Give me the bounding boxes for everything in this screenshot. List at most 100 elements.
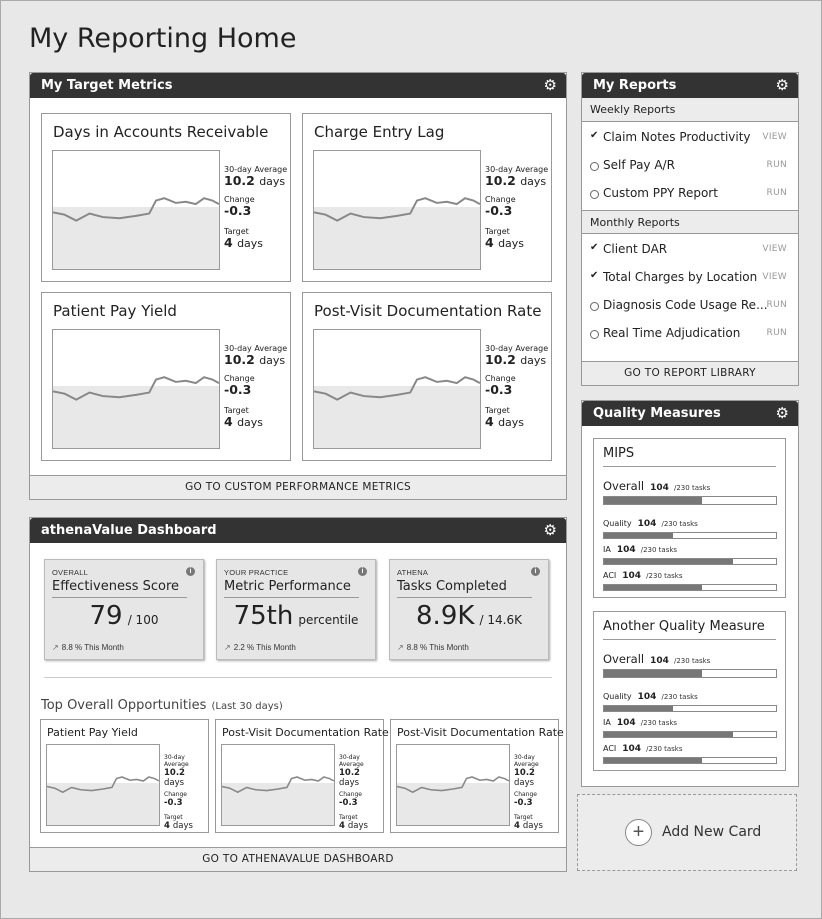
- change-value: -0.3: [514, 798, 533, 808]
- report-name: Diagnosis Code Usage Re...: [603, 298, 768, 312]
- metric-title: Days in Accounts Receivable: [53, 123, 269, 141]
- circle-icon: [590, 302, 599, 311]
- target-unit: days: [347, 821, 368, 831]
- progress-bar: [603, 757, 777, 764]
- page-title: My Reporting Home: [29, 23, 297, 54]
- opportunities-heading: Top Overall Opportunities (Last 30 days): [41, 694, 283, 713]
- value-dashboard-link[interactable]: GO TO ATHENAVALUE DASHBOARD: [30, 847, 566, 871]
- gear-icon[interactable]: ⚙: [776, 78, 789, 93]
- check-icon: ✔: [590, 270, 599, 281]
- target-value: 4: [514, 821, 520, 831]
- trend-arrow-icon: ↗: [52, 643, 59, 652]
- opportunity-stats: 30-day Average 10.2 days Change -0.3 Tar…: [339, 754, 383, 831]
- metric-card[interactable]: Post-Visit Documentation Rate 30-day Ave…: [302, 292, 552, 461]
- kpi-category: ATHENA: [397, 568, 429, 577]
- quality-row-total: /230 tasks: [640, 719, 678, 727]
- quality-row-count: 104: [622, 571, 642, 581]
- report-item[interactable]: Real Time Adjudication RUN: [582, 319, 798, 347]
- gear-icon[interactable]: ⚙: [544, 78, 557, 93]
- gear-icon[interactable]: ⚙: [776, 406, 789, 421]
- quality-row-label: IA: [603, 718, 611, 727]
- quality-row: IA 104 /230 tasks: [603, 710, 777, 738]
- reporting-home-page: My Reporting Home My Target Metrics ⚙ Da…: [0, 0, 822, 919]
- divider: [397, 597, 532, 598]
- value-dashboard-card: athenaValue Dashboard ⚙ OVERALL i Effect…: [29, 517, 567, 872]
- avg-unit: days: [339, 778, 360, 788]
- metric-title: Charge Entry Lag: [314, 123, 445, 141]
- report-action[interactable]: RUN: [767, 300, 787, 310]
- metric-card[interactable]: Days in Accounts Receivable 30-day Avera…: [41, 113, 291, 282]
- avg-unit: days: [520, 354, 547, 367]
- target-value: 4: [339, 821, 345, 831]
- sparkline-chart: [221, 744, 335, 826]
- report-library-link[interactable]: GO TO REPORT LIBRARY: [582, 361, 798, 385]
- metric-stats: 30-day Average 10.2 days Change -0.3 Tar…: [224, 344, 287, 430]
- quality-row-count: 104: [637, 519, 657, 529]
- kpi-trend: ↗ 2.2 % This Month: [224, 643, 296, 652]
- report-action[interactable]: RUN: [767, 328, 787, 338]
- kpi-trend-text: 8.8 % This Month: [61, 643, 124, 652]
- quality-row-label: Overall: [603, 479, 645, 493]
- report-action[interactable]: RUN: [767, 160, 787, 170]
- report-item[interactable]: ✔ Client DAR VIEW: [582, 235, 798, 263]
- circle-icon: [590, 330, 599, 339]
- info-icon[interactable]: i: [358, 567, 367, 576]
- report-name: Self Pay A/R: [603, 158, 675, 172]
- metric-card[interactable]: Charge Entry Lag 30-day Average 10.2 day…: [302, 113, 552, 282]
- report-item[interactable]: ✔ Total Charges by Location VIEW: [582, 263, 798, 291]
- report-action[interactable]: VIEW: [762, 272, 787, 282]
- report-item[interactable]: ✔ Claim Notes Productivity VIEW: [582, 123, 798, 151]
- circle-icon: [590, 190, 599, 199]
- kpi-title: Effectiveness Score: [52, 579, 180, 594]
- target-value: 4: [485, 414, 494, 429]
- progress-bar: [603, 669, 777, 678]
- change-value: -0.3: [485, 382, 513, 397]
- kpi-value-group: 75th percentile: [217, 601, 375, 631]
- target-label: Target: [514, 814, 533, 821]
- report-action[interactable]: VIEW: [762, 244, 787, 254]
- kpi-tile[interactable]: ATHENA i Tasks Completed 8.9K / 14.6K ↗ 8…: [389, 559, 549, 660]
- info-icon[interactable]: i: [531, 567, 540, 576]
- quality-row-count: 104: [637, 692, 657, 702]
- avg-label: 30-day Average: [164, 754, 189, 768]
- value-dashboard-header: athenaValue Dashboard ⚙: [30, 518, 566, 543]
- opportunity-stats: 30-day Average 10.2 days Change -0.3 Tar…: [164, 754, 208, 831]
- info-icon[interactable]: i: [186, 567, 195, 576]
- kpi-value: 8.9K: [416, 601, 475, 631]
- avg-value: 10.2: [485, 352, 516, 367]
- report-item[interactable]: Diagnosis Code Usage Re... RUN: [582, 291, 798, 319]
- kpi-tile[interactable]: YOUR PRACTICE i Metric Performance 75th …: [216, 559, 376, 660]
- target-value: 4: [224, 235, 233, 250]
- my-reports-card: My Reports ⚙ Weekly Reports ✔ Claim Notes…: [581, 72, 799, 386]
- avg-unit: days: [164, 778, 185, 788]
- opportunity-card[interactable]: Patient Pay Yield 30-day Average 10.2 da…: [40, 719, 209, 833]
- kpi-trend: ↗ 8.8 % This Month: [397, 643, 469, 652]
- quality-row-total: /230 tasks: [646, 572, 683, 580]
- opportunity-card[interactable]: Post-Visit Documentation Rate 30-day Ave…: [215, 719, 389, 833]
- kpi-trend: ↗ 8.8 % This Month: [52, 643, 124, 652]
- change-value: -0.3: [164, 798, 183, 808]
- metric-card[interactable]: Patient Pay Yield 30-day Average 10.2 da…: [41, 292, 291, 461]
- avg-unit: days: [259, 354, 286, 367]
- report-action[interactable]: VIEW: [762, 132, 787, 142]
- kpi-category: OVERALL: [52, 568, 88, 577]
- custom-metrics-link[interactable]: GO TO CUSTOM PERFORMANCE METRICS: [30, 475, 566, 499]
- target-unit: days: [237, 237, 264, 250]
- change-label: Change: [339, 791, 362, 798]
- gear-icon[interactable]: ⚙: [544, 523, 557, 538]
- weekly-reports-list: ✔ Claim Notes Productivity VIEW Self Pay A…: [582, 122, 798, 210]
- progress-bar: [603, 496, 777, 505]
- report-item[interactable]: Custom PPY Report RUN: [582, 179, 798, 207]
- report-item[interactable]: Self Pay A/R RUN: [582, 151, 798, 179]
- kpi-title: Tasks Completed: [397, 579, 507, 594]
- change-label: Change: [514, 791, 537, 798]
- change-value: -0.3: [224, 203, 252, 218]
- quality-row: IA 104 /230 tasks: [603, 537, 777, 565]
- opportunity-card[interactable]: Post-Visit Documentation Rate 30-day Ave…: [390, 719, 564, 833]
- trend-arrow-icon: ↗: [224, 643, 231, 652]
- change-value: -0.3: [485, 203, 513, 218]
- kpi-tile[interactable]: OVERALL i Effectiveness Score 79 / 100 ↗…: [44, 559, 204, 660]
- report-action[interactable]: RUN: [767, 188, 787, 198]
- add-new-card[interactable]: + Add New Card: [577, 794, 797, 871]
- target-value: 4: [224, 414, 233, 429]
